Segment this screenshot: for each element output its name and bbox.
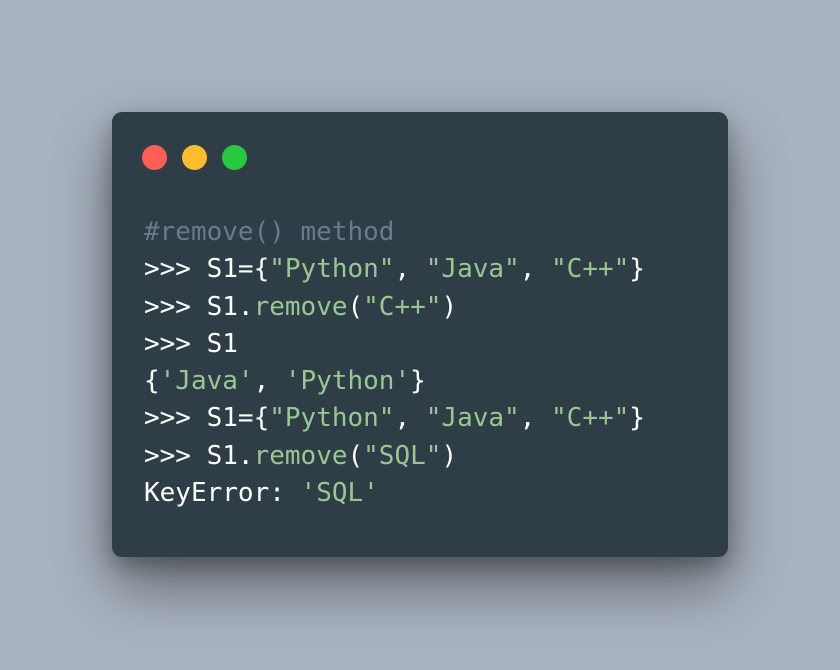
code-token-default: KeyError: [144, 478, 301, 509]
code-token-default: >>> S1. [144, 440, 254, 471]
code-token-method: remove [253, 291, 348, 322]
code-token-default: >>> S1={ [144, 254, 270, 285]
code-token-default: } [410, 366, 426, 397]
code-token-default: , [519, 254, 552, 285]
code-token-default: , [394, 254, 426, 285]
close-dot-icon[interactable] [142, 145, 167, 170]
code-token-default: >>> S1. [144, 291, 254, 322]
code-token-string: "C++" [363, 291, 442, 322]
code-token-comment: #remove() method [144, 217, 395, 247]
code-token-default: , [394, 403, 426, 434]
code-token-default: ) [441, 440, 458, 471]
code-line: #remove() method [144, 214, 645, 251]
code-token-default: { [144, 366, 160, 397]
code-token-string: 'Java' [159, 366, 254, 397]
code-token-method: remove [253, 440, 348, 471]
code-token-string: "C++" [551, 254, 630, 285]
code-token-string: "Java" [425, 403, 520, 434]
code-token-string: "Java" [425, 254, 520, 285]
code-token-string: 'Python' [284, 366, 411, 397]
code-line: >>> S1={"Python", "Java", "C++"} [144, 400, 645, 437]
code-token-string: 'SQL' [300, 478, 379, 509]
code-token-string: "Python" [269, 403, 395, 434]
code-token-default: ( [347, 291, 364, 322]
code-token-default: , [519, 403, 552, 434]
code-line: >>> S1={"Python", "Java", "C++"} [144, 251, 645, 288]
code-block: #remove() method >>> S1={"Python", "Java"… [144, 214, 645, 512]
code-line: >>> S1 [144, 326, 645, 363]
minimize-dot-icon[interactable] [182, 145, 207, 170]
code-token-string: "SQL" [363, 440, 442, 471]
code-token-default: , [253, 366, 285, 397]
code-token-default: ( [347, 440, 364, 471]
code-line: KeyError: 'SQL' [144, 475, 645, 512]
code-token-string: "C++" [551, 403, 630, 434]
code-window: #remove() method >>> S1={"Python", "Java"… [112, 112, 728, 557]
code-token-string: "Python" [269, 254, 395, 285]
code-token-default: } [629, 254, 645, 285]
code-line: {'Java', 'Python'} [144, 363, 645, 400]
code-token-default: >>> S1 [144, 328, 238, 359]
code-token-default: } [629, 403, 645, 434]
code-line: >>> S1.remove("C++") [144, 289, 645, 326]
code-token-default: >>> S1={ [144, 403, 270, 434]
code-token-default: ) [441, 291, 458, 322]
maximize-dot-icon[interactable] [222, 145, 247, 170]
window-controls [142, 145, 247, 170]
code-line: >>> S1.remove("SQL") [144, 438, 645, 475]
